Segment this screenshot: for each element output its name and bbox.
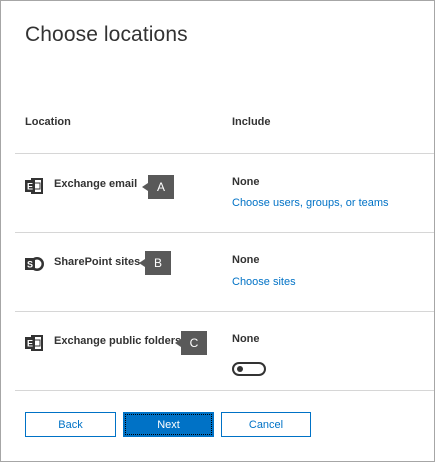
callout-badge: A: [142, 175, 174, 199]
location-name: Exchange public folders: [54, 335, 182, 347]
divider: [15, 390, 434, 391]
cancel-button[interactable]: Cancel: [221, 412, 311, 437]
include-value: None: [232, 333, 260, 345]
column-header-include: Include: [232, 116, 271, 128]
location-row-exchange-public-folders: E Exchange public folders C None: [1, 312, 434, 390]
include-value: None: [232, 176, 260, 188]
next-button[interactable]: Next: [123, 412, 214, 437]
location-row-exchange-email: E Exchange email A None Choose users, gr…: [1, 154, 434, 232]
choose-locations-dialog: Choose locations Location Include E Exch…: [0, 0, 435, 462]
exchange-icon: E: [24, 176, 44, 196]
callout-badge: C: [175, 331, 207, 355]
include-toggle[interactable]: [232, 362, 266, 376]
sharepoint-icon: S: [24, 254, 44, 274]
page-title: Choose locations: [25, 23, 188, 46]
choose-users-groups-teams-link[interactable]: Choose users, groups, or teams: [232, 197, 389, 209]
location-row-sharepoint-sites: S SharePoint sites B None Choose sites: [1, 233, 434, 311]
back-button[interactable]: Back: [25, 412, 116, 437]
callout-badge: B: [139, 251, 171, 275]
include-value: None: [232, 254, 260, 266]
svg-text:E: E: [27, 182, 33, 192]
location-name: Exchange email: [54, 178, 138, 190]
toggle-knob: [237, 366, 243, 372]
column-header-location: Location: [25, 116, 71, 128]
svg-text:E: E: [27, 339, 33, 349]
choose-sites-link[interactable]: Choose sites: [232, 276, 296, 288]
location-name: SharePoint sites: [54, 256, 141, 268]
exchange-icon: E: [24, 333, 44, 353]
svg-text:S: S: [27, 260, 33, 270]
